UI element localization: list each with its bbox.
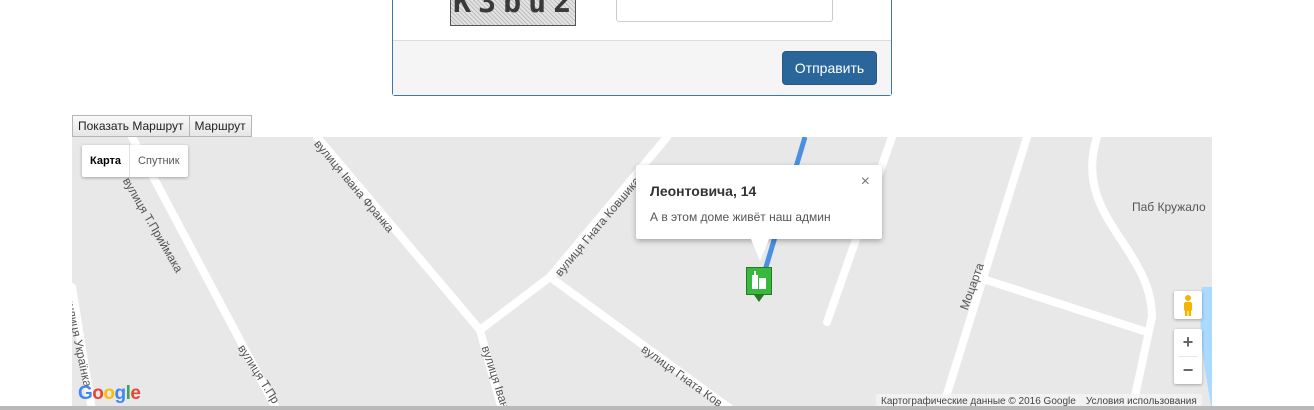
info-window: Леонтовича, 14 А в этом доме живёт наш а… [636, 165, 882, 261]
pegman-icon [1184, 295, 1192, 316]
road-east-3 [1088, 137, 1157, 410]
bottom-scrollbar[interactable] [0, 406, 1314, 410]
street-view-pegman[interactable] [1174, 291, 1202, 319]
house-marker-icon[interactable] [746, 267, 772, 302]
zoom-in-button[interactable]: + [1174, 329, 1202, 356]
close-icon[interactable]: × [861, 173, 870, 191]
route-toolbar: Показать Маршрут Маршрут [72, 115, 252, 137]
map-type-map-button[interactable]: Карта [82, 145, 131, 177]
route-button[interactable]: Маршрут [189, 115, 252, 137]
submit-button[interactable]: Отправить [782, 51, 877, 85]
captcha-input[interactable] [616, 0, 833, 22]
info-window-title: Леонтовича, 14 [650, 183, 757, 199]
map[interactable]: вулиця Т.Приймака вулиця Івана Франка ву… [72, 137, 1212, 410]
google-logo[interactable]: Google [78, 383, 141, 405]
water-area [1200, 287, 1212, 410]
zoom-out-button[interactable]: − [1174, 357, 1202, 384]
road-east-2 [973, 273, 1151, 336]
map-type-control: Карта Спутник [82, 145, 188, 177]
info-window-text: А в этом доме живёт наш админ [650, 210, 831, 224]
form-footer: Отправить [393, 40, 891, 95]
captcha-text: K3bu2 [453, 0, 576, 20]
zoom-control: + − [1174, 329, 1202, 384]
show-route-button[interactable]: Показать Маршрут [72, 115, 190, 137]
poi-label[interactable]: Паб Кружало [1132, 200, 1206, 214]
map-type-satellite-button[interactable]: Спутник [130, 145, 187, 177]
feedback-form: K3bu2 Отправить [392, 0, 892, 96]
road-mozarta [938, 137, 1031, 410]
captcha-image: K3bu2 [450, 0, 576, 26]
building-icon [752, 271, 766, 289]
